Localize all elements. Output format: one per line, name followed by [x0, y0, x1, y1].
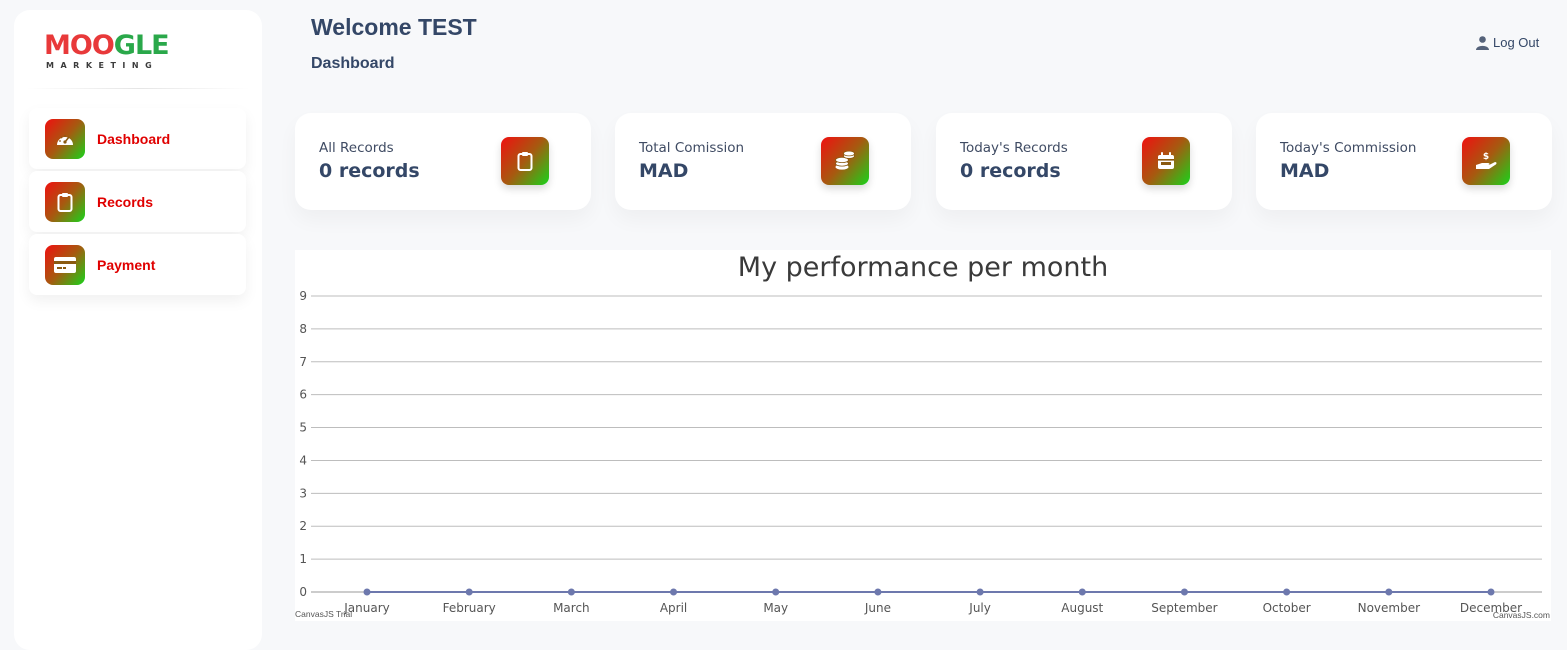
- logo-wordmark: MOOGLE: [44, 30, 170, 61]
- hand-dollar-icon: $: [1462, 137, 1510, 185]
- stat-card-all-records: All Records 0 records: [295, 113, 591, 210]
- svg-text:$: $: [1483, 152, 1489, 162]
- y-tick-label: 8: [299, 322, 307, 336]
- x-tick-label: February: [443, 601, 496, 615]
- data-point: [1283, 588, 1291, 596]
- y-tick-label: 2: [299, 519, 307, 533]
- sidebar-item-dashboard[interactable]: Dashboard: [29, 108, 246, 169]
- logout-label: Log Out: [1493, 35, 1540, 50]
- moogle-logo[interactable]: MOOGLE MARKETING: [44, 32, 174, 72]
- logout-button[interactable]: Log Out: [1476, 35, 1539, 50]
- x-tick-label: July: [968, 601, 991, 615]
- sidebar-item-label: Records: [97, 193, 154, 210]
- sidebar-item-records[interactable]: Records: [29, 171, 246, 232]
- stat-card-value: MAD: [639, 160, 689, 182]
- clipboard-icon: [45, 181, 85, 222]
- clipboard-icon: [501, 137, 549, 185]
- sidebar-divider: [26, 88, 250, 89]
- stat-card-value: MAD: [1280, 160, 1330, 182]
- logo-subtitle: MARKETING: [46, 61, 159, 70]
- data-point: [670, 588, 678, 596]
- chart-credit-left: CanvasJS Trial: [295, 609, 353, 619]
- x-tick-label: April: [660, 601, 687, 615]
- data-point: [465, 588, 473, 596]
- stat-card-todays-records: Today's Records 0 records: [936, 113, 1232, 210]
- data-point: [1078, 588, 1086, 596]
- x-tick-label: October: [1263, 601, 1311, 615]
- data-point: [976, 588, 984, 596]
- y-tick-label: 1: [299, 552, 307, 566]
- coins-icon: [821, 137, 869, 185]
- x-tick-label: August: [1061, 601, 1103, 615]
- stat-card-label: Today's Commission: [1280, 140, 1417, 156]
- x-tick-label: November: [1358, 601, 1420, 615]
- data-point: [1385, 588, 1393, 596]
- y-tick-label: 5: [299, 421, 307, 435]
- x-tick-label: June: [864, 601, 891, 615]
- stat-card-label: All Records: [319, 140, 394, 156]
- y-tick-label: 9: [299, 289, 307, 303]
- sidebar-item-label: Dashboard: [97, 130, 171, 147]
- stat-card-value: 0 records: [319, 160, 420, 182]
- data-point: [363, 588, 371, 596]
- y-tick-label: 6: [299, 388, 307, 402]
- stat-card-total-commission: Total Comission MAD: [615, 113, 911, 210]
- user-icon: [1476, 35, 1489, 50]
- stat-card-value: 0 records: [960, 160, 1061, 182]
- speedometer-icon: [45, 118, 85, 159]
- data-point: [874, 588, 882, 596]
- data-point: [1487, 588, 1495, 596]
- sidebar: MOOGLE MARKETING Dashboard Records Payme…: [14, 10, 262, 650]
- sidebar-item-label: Payment: [97, 256, 156, 273]
- data-point: [772, 588, 780, 596]
- sidebar-item-payment[interactable]: Payment: [29, 234, 246, 295]
- stat-card-todays-commission: Today's Commission MAD $: [1256, 113, 1552, 210]
- calendar-icon: [1142, 137, 1190, 185]
- data-point: [567, 588, 575, 596]
- page-title: Welcome TEST: [311, 14, 477, 40]
- stat-card-label: Total Comission: [639, 140, 745, 156]
- credit-card-icon: [45, 244, 85, 285]
- stat-card-label: Today's Records: [960, 140, 1068, 156]
- x-tick-label: May: [763, 601, 788, 615]
- breadcrumb: Dashboard: [311, 55, 395, 72]
- y-tick-label: 7: [299, 355, 307, 369]
- data-point: [1180, 588, 1188, 596]
- x-tick-label: March: [553, 601, 590, 615]
- chart-plot: 0123456789January February March April May Ju…: [299, 289, 1542, 615]
- y-tick-label: 4: [299, 453, 307, 467]
- x-tick-label: September: [1151, 601, 1217, 615]
- performance-chart: My performance per month 0 1 2 3 4 5 6 7 8 9 Janua…: [295, 250, 1551, 621]
- y-tick-label: 0: [299, 585, 307, 599]
- chart-credit-right[interactable]: CanvasJS.com: [1493, 610, 1550, 620]
- y-tick-label: 3: [299, 486, 307, 500]
